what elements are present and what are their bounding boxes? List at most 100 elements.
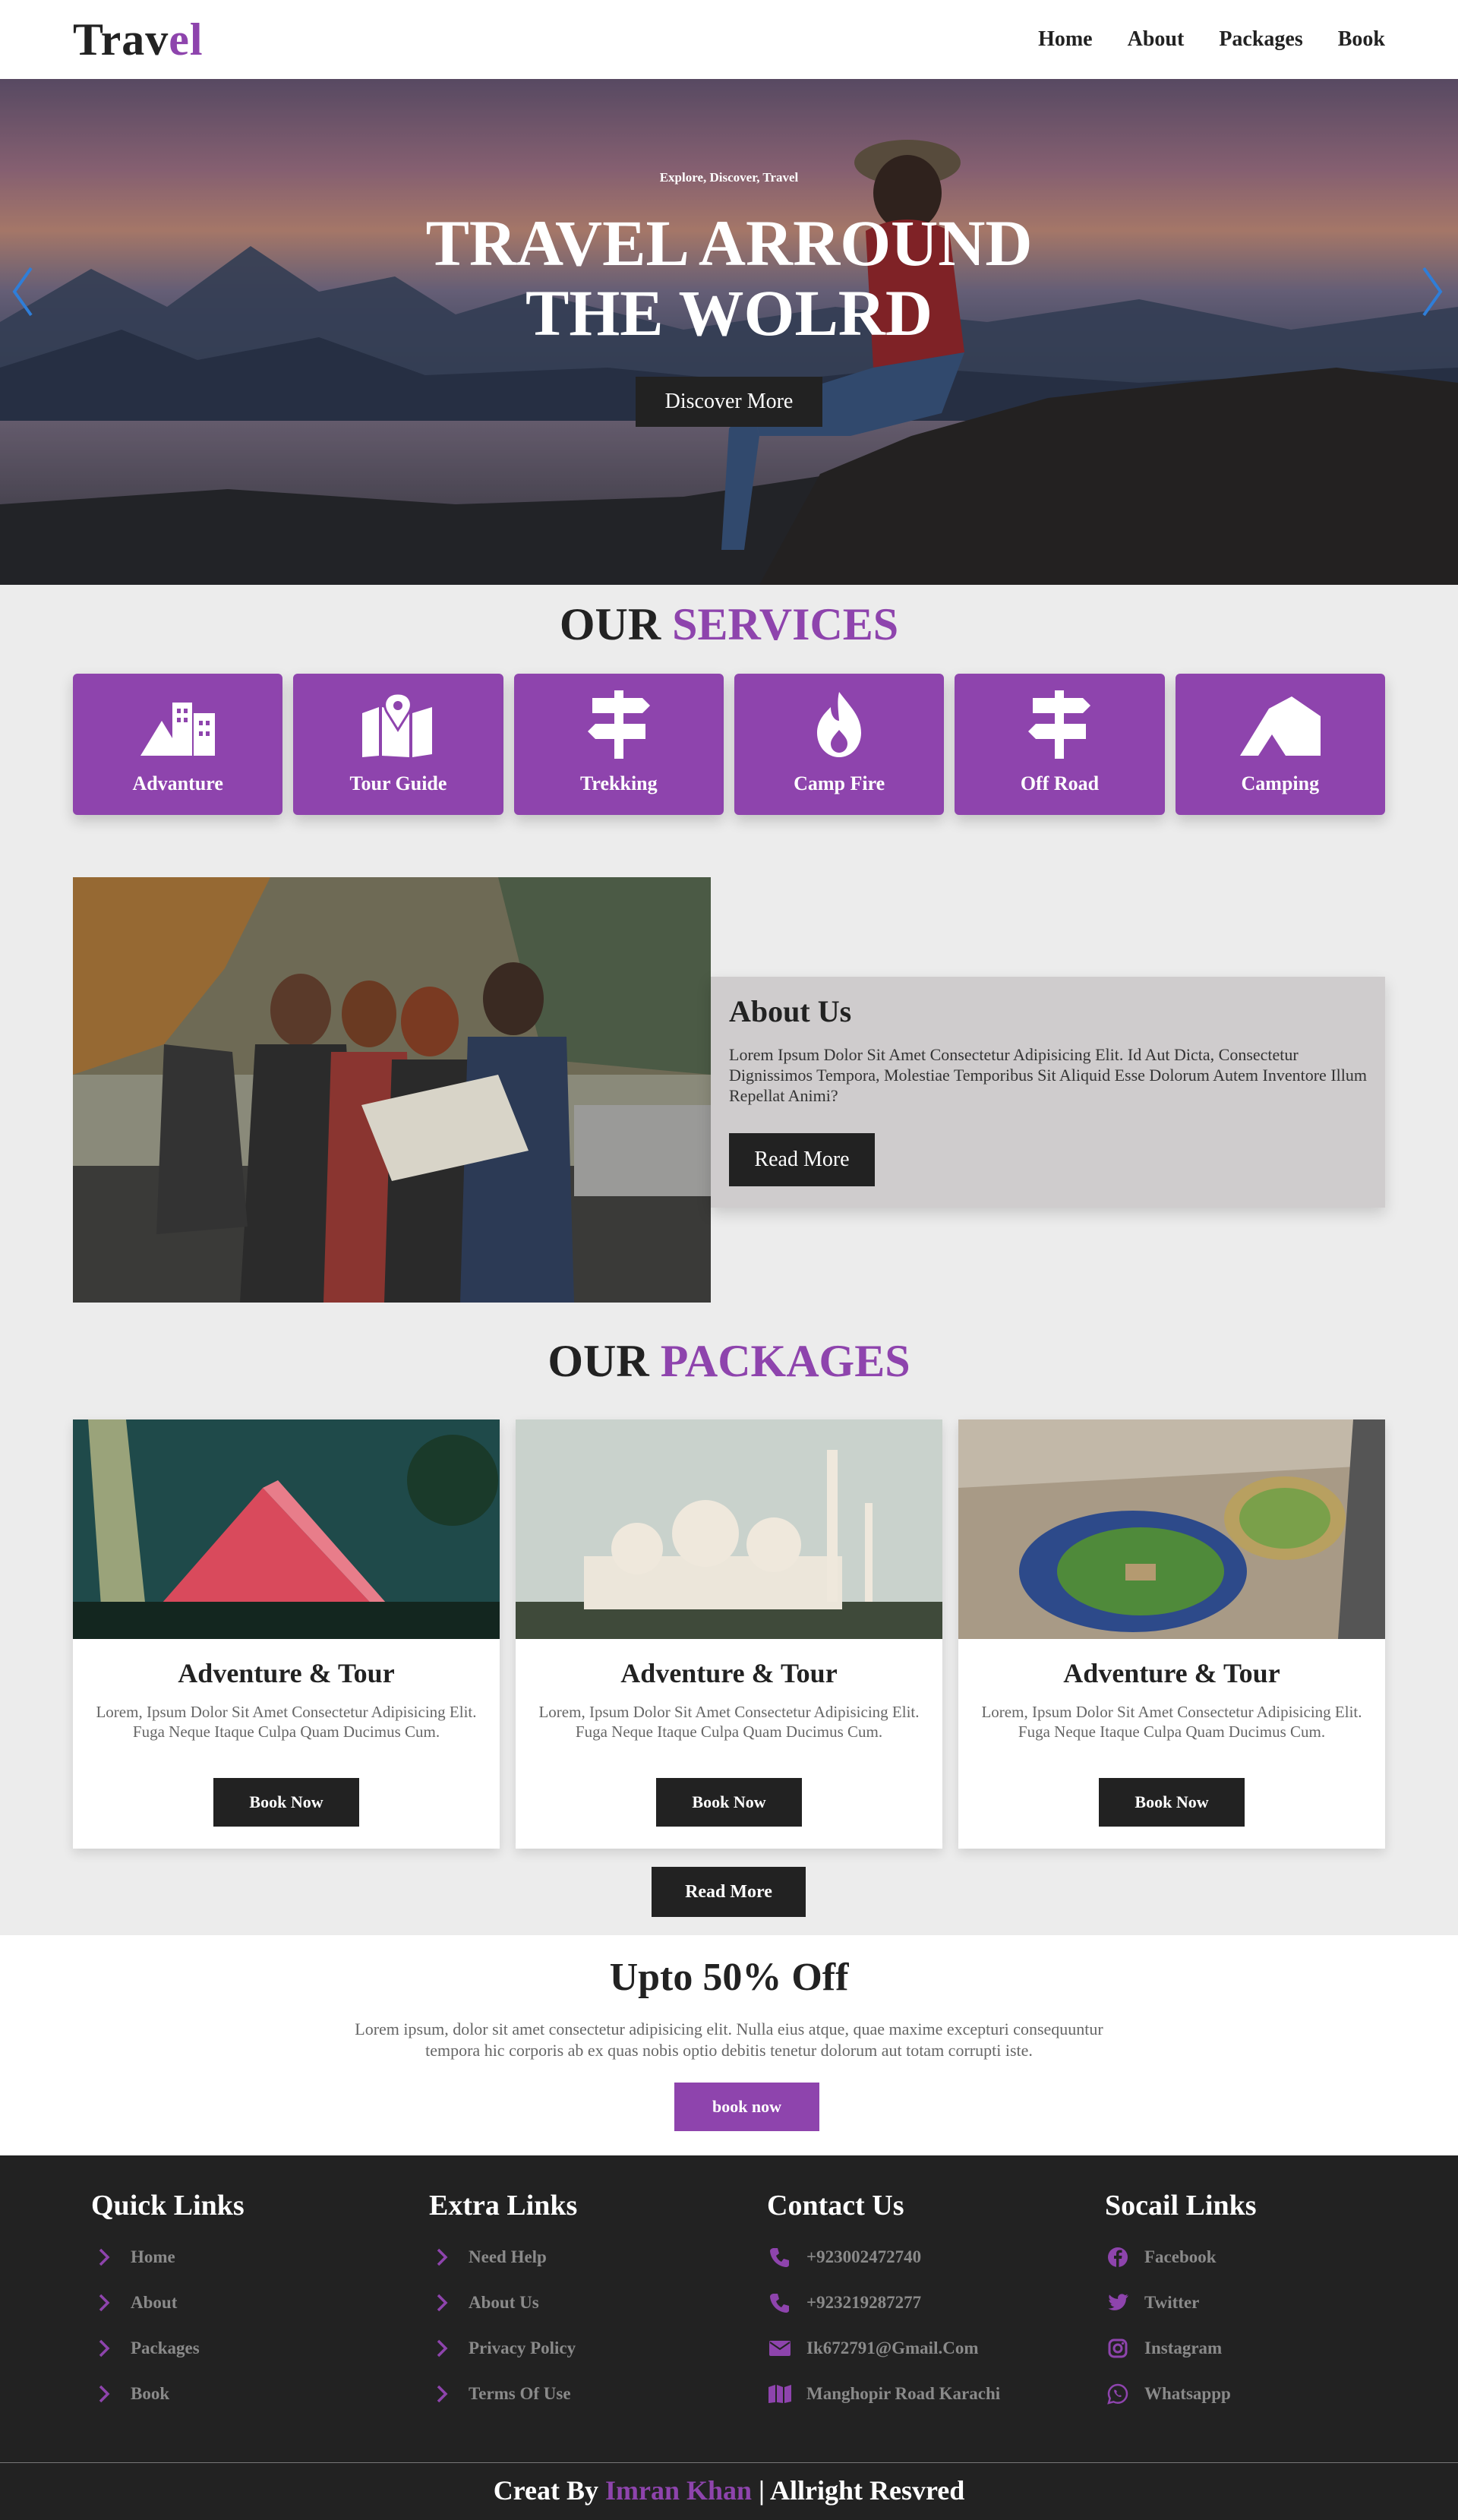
footer-link-need-help[interactable]: Need Help (429, 2234, 748, 2280)
footer-link-about[interactable]: About (91, 2280, 410, 2326)
service-card-camping[interactable]: Camping (1175, 674, 1385, 815)
footer-contact-label: +923219287277 (806, 2293, 922, 2312)
footer-contact-label: +923002472740 (806, 2247, 922, 2266)
footer-contact-title: Contact Us (767, 2190, 904, 2222)
credit-author-link[interactable]: Imran Khan (605, 2475, 752, 2506)
footer-link-terms-of-use[interactable]: Terms Of Use (429, 2371, 748, 2417)
city-icon (136, 690, 219, 759)
footer-contact-address[interactable]: Manghopir Road Karachi (767, 2371, 1086, 2417)
service-label: Advanture (132, 772, 223, 794)
service-card-advanture[interactable]: Advanture (73, 674, 283, 815)
credit-prefix: Creat By (493, 2475, 598, 2506)
book-now-button[interactable]: Book Now (656, 1778, 802, 1827)
slider-prev-button[interactable] (8, 261, 38, 322)
nav-about-link[interactable]: About (1128, 27, 1185, 52)
package-text: Lorem, Ipsum Dolor Sit Amet Consectetur … (981, 1703, 1362, 1741)
footer-extra-links-title: Extra Links (429, 2190, 578, 2222)
chevron-right-icon (429, 2382, 455, 2406)
chevron-right-icon (429, 2291, 455, 2315)
hero-slider: Explore, Discover, Travel TRAVEL ARROUND… (0, 79, 1458, 585)
package-image (73, 1419, 500, 1639)
nav-home-link[interactable]: Home (1038, 27, 1093, 52)
footer-link-label: Book (131, 2384, 170, 2403)
logo-text-dark: Trav (73, 14, 169, 65)
footer-link-label: About (131, 2293, 178, 2312)
whatsapp-icon (1105, 2382, 1131, 2406)
logo-text-accent: el (169, 14, 204, 65)
phone-icon (767, 2245, 793, 2269)
footer-contact-phone-1[interactable]: +923002472740 (767, 2234, 1086, 2280)
package-title: Adventure & Tour (620, 1658, 838, 1688)
slider-next-button[interactable] (1417, 261, 1447, 322)
package-image (958, 1419, 1385, 1639)
packages-title-accent: PACKAGES (660, 1336, 910, 1386)
services-title-accent: SERVICES (672, 599, 899, 649)
chevron-right-icon (429, 2245, 455, 2269)
footer-social-twitter[interactable]: Twitter (1105, 2280, 1424, 2326)
chevron-right-icon (91, 2291, 117, 2315)
footer-social-instagram[interactable]: Instagram (1105, 2326, 1424, 2371)
map-location-icon (356, 690, 440, 759)
hero-subtitle: Explore, Discover, Travel (659, 170, 799, 185)
discover-more-button[interactable]: Discover More (636, 377, 822, 427)
chevron-right-icon (91, 2245, 117, 2269)
book-now-offer-button[interactable]: book now (674, 2083, 819, 2131)
service-label: Tour Guide (349, 772, 447, 794)
about-card: About Us Lorem Ipsum Dolor Sit Amet Cons… (711, 977, 1385, 1208)
footer-quick-links-title: Quick Links (91, 2190, 245, 2222)
footer-link-label: Home (131, 2247, 175, 2266)
footer-divider (0, 2462, 1458, 2463)
footer-link-book[interactable]: Book (91, 2371, 410, 2417)
about-text: Lorem Ipsum Dolor Sit Amet Consectetur A… (729, 1045, 1367, 1105)
hero-title-line1: TRAVEL ARROUND (425, 207, 1033, 279)
envelope-icon (767, 2336, 793, 2361)
instagram-icon (1105, 2336, 1131, 2361)
chevron-right-icon (429, 2336, 455, 2361)
about-image (73, 877, 711, 1303)
footer-link-packages[interactable]: Packages (91, 2326, 410, 2371)
service-label: Trekking (580, 772, 658, 794)
footer-contact: Contact Us +923002472740 +923219287277 I… (767, 2189, 1086, 2417)
packages-title-dark: OUR (548, 1336, 649, 1386)
chevron-right-icon (91, 2382, 117, 2406)
footer-social-facebook[interactable]: Facebook (1105, 2234, 1424, 2280)
footer-link-privacy-policy[interactable]: Privacy Policy (429, 2326, 748, 2371)
package-card: Adventure & Tour Lorem, Ipsum Dolor Sit … (73, 1419, 500, 1849)
facebook-icon (1105, 2245, 1131, 2269)
footer-social-label: Instagram (1144, 2338, 1223, 2357)
footer-quick-links: Quick Links Home About Packages Book (91, 2189, 410, 2417)
packages-title: OUR PACKAGES (0, 1335, 1458, 1388)
tent-icon (1239, 690, 1322, 759)
footer-contact-phone-2[interactable]: +923219287277 (767, 2280, 1086, 2326)
book-now-button[interactable]: Book Now (213, 1778, 359, 1827)
twitter-icon (1105, 2291, 1131, 2315)
footer-social: Socail Links Facebook Twitter Instagram … (1105, 2189, 1424, 2417)
map-icon (767, 2382, 793, 2406)
service-card-off-road[interactable]: Off Road (955, 674, 1165, 815)
footer-link-label: Privacy Policy (469, 2338, 576, 2357)
signpost-icon (577, 690, 661, 759)
nav-book-link[interactable]: Book (1338, 27, 1385, 52)
service-card-camp-fire[interactable]: Camp Fire (734, 674, 945, 815)
package-title: Adventure & Tour (1063, 1658, 1280, 1688)
site-logo[interactable]: Travel (73, 14, 204, 66)
fire-icon (797, 690, 881, 759)
footer-contact-email[interactable]: Ik672791@Gmail.Com (767, 2326, 1086, 2371)
footer-social-title: Socail Links (1105, 2190, 1257, 2222)
service-label: Camping (1241, 772, 1320, 794)
phone-icon (767, 2291, 793, 2315)
footer-contact-label: Manghopir Road Karachi (806, 2384, 1001, 2403)
package-text: Lorem, Ipsum Dolor Sit Amet Consectetur … (538, 1703, 920, 1741)
package-image (516, 1419, 942, 1639)
service-card-trekking[interactable]: Trekking (513, 674, 724, 815)
nav-packages-link[interactable]: Packages (1219, 27, 1302, 52)
footer-social-label: Whatsappp (1144, 2384, 1231, 2403)
footer-link-home[interactable]: Home (91, 2234, 410, 2280)
packages-read-more-button[interactable]: Read More (652, 1867, 806, 1917)
footer-link-about-us[interactable]: About Us (429, 2280, 748, 2326)
footer-social-whatsapp[interactable]: Whatsappp (1105, 2371, 1424, 2417)
site-header: Travel Home About Packages Book (0, 0, 1458, 79)
book-now-button[interactable]: Book Now (1099, 1778, 1245, 1827)
service-card-tour-guide[interactable]: Tour Guide (293, 674, 503, 815)
about-read-more-button[interactable]: Read More (729, 1133, 875, 1186)
